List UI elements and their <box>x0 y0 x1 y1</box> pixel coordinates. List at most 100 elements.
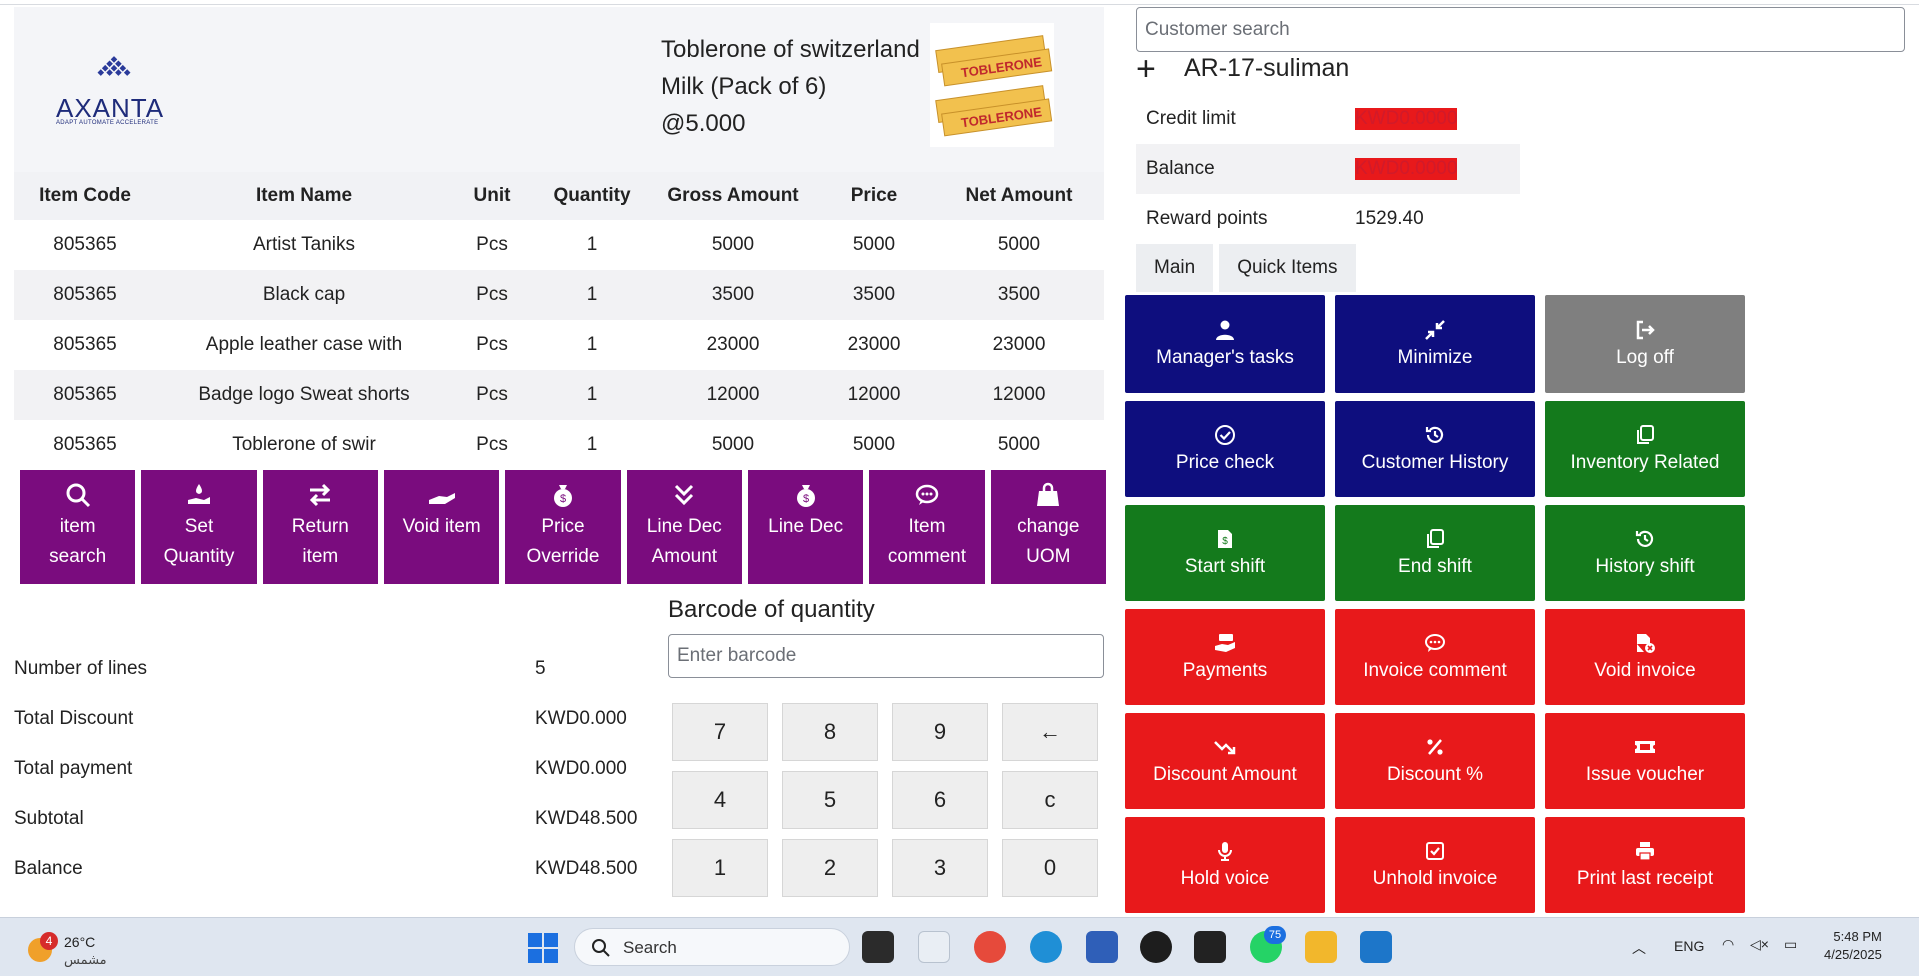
price-check-button[interactable]: Price check <box>1125 401 1325 497</box>
tab-quick-items[interactable]: Quick Items <box>1219 244 1356 292</box>
money-bag-icon: $ <box>796 485 815 507</box>
key-0[interactable]: 0 <box>1002 839 1098 897</box>
table-row[interactable]: 805365 Toblerone of swir Pcs 1 5000 5000… <box>14 420 1104 470</box>
key-7[interactable]: 7 <box>672 703 768 761</box>
col-item-code[interactable]: Item Code <box>14 172 156 220</box>
chrome-icon[interactable] <box>974 931 1006 963</box>
cell-unit: Pcs <box>452 320 532 370</box>
weather-widget[interactable]: 4 26°C مشمس <box>24 928 144 968</box>
swap-arrows-icon <box>310 483 331 507</box>
button-label: comment <box>887 546 967 567</box>
table-row[interactable]: 805365 Badge logo Sweat shorts Pcs 1 120… <box>14 370 1104 420</box>
key-8[interactable]: 8 <box>782 703 878 761</box>
item-search-button[interactable]: item search <box>20 470 136 584</box>
snipping-tool-icon[interactable] <box>918 931 950 963</box>
issue-voucher-button[interactable]: Issue voucher <box>1545 713 1745 809</box>
key-3[interactable]: 3 <box>892 839 988 897</box>
taskbar-search[interactable]: Search <box>574 928 850 966</box>
key-1[interactable]: 1 <box>672 839 768 897</box>
cell-quantity: 1 <box>532 420 652 470</box>
terminal-icon[interactable] <box>1194 931 1226 963</box>
key-9[interactable]: 9 <box>892 703 988 761</box>
print-last-receipt-button[interactable]: Print last receipt <box>1545 817 1745 913</box>
table-row[interactable]: 805365 Apple leather case with Pcs 1 230… <box>14 320 1104 370</box>
start-shift-button[interactable]: $ Start shift <box>1125 505 1325 601</box>
customer-search-input[interactable] <box>1136 7 1905 52</box>
language-indicator[interactable]: ENG <box>1674 938 1704 954</box>
invoice-comment-button[interactable]: Invoice comment <box>1335 609 1535 705</box>
invoice-dollar-icon: $ <box>1218 530 1232 548</box>
button-label: End shift <box>1398 556 1472 577</box>
table-row[interactable]: 805365 Black cap Pcs 1 3500 3500 3500 <box>14 270 1104 320</box>
task-view-icon[interactable] <box>862 931 894 963</box>
log-off-button[interactable]: Log off <box>1545 295 1745 393</box>
brand-tagline: ADAPT AUTOMATE ACCELERATE <box>56 120 159 126</box>
hold-voice-button[interactable]: Hold voice <box>1125 817 1325 913</box>
discount-amount-button[interactable]: Discount Amount <box>1125 713 1325 809</box>
cell-unit: Pcs <box>452 420 532 470</box>
svg-text:$: $ <box>803 493 809 505</box>
end-shift-button[interactable]: End shift <box>1335 505 1535 601</box>
col-net-amount[interactable]: Net Amount <box>934 172 1104 220</box>
col-unit[interactable]: Unit <box>452 172 532 220</box>
void-item-button[interactable]: Void item <box>383 470 500 584</box>
reward-points-row: Reward points 1529.40 <box>1136 194 1520 244</box>
wifi-icon[interactable]: ◠ <box>1722 936 1734 953</box>
line-dec-button[interactable]: $ Line Dec <box>747 470 864 584</box>
key-5[interactable]: 5 <box>782 771 878 829</box>
key-2[interactable]: 2 <box>782 839 878 897</box>
price-override-button[interactable]: $ Price Override <box>505 470 621 584</box>
cell-item-name: Black cap <box>156 270 452 320</box>
unhold-invoice-button[interactable]: Unhold invoice <box>1335 817 1535 913</box>
key-clear[interactable]: c <box>1002 771 1098 829</box>
cell-net-amount: 12000 <box>934 370 1104 420</box>
inventory-related-button[interactable]: Inventory Related <box>1545 401 1745 497</box>
tab-main[interactable]: Main <box>1136 244 1214 292</box>
obs-icon[interactable] <box>1140 931 1172 963</box>
col-item-name[interactable]: Item Name <box>156 172 452 220</box>
file-cancel-icon <box>1637 634 1655 653</box>
managers-tasks-button[interactable]: Manager's tasks <box>1125 295 1325 393</box>
button-label: Log off <box>1616 347 1674 368</box>
windows-start-icon[interactable] <box>528 933 558 963</box>
shopping-bag-icon <box>1037 482 1060 506</box>
customer-history-button[interactable]: Customer History <box>1335 401 1535 497</box>
store-icon[interactable] <box>1086 931 1118 963</box>
system-clock[interactable]: 5:48 PM 4/25/2025 <box>1824 928 1882 964</box>
change-uom-button[interactable]: change UOM <box>990 470 1106 584</box>
button-label: Void invoice <box>1594 660 1696 681</box>
discount-percent-button[interactable]: Discount % <box>1335 713 1535 809</box>
void-invoice-button[interactable]: Void invoice <box>1545 609 1745 705</box>
numeric-keypad: 7 8 9 ← 4 5 6 c 1 2 3 0 <box>672 703 1102 897</box>
col-quantity[interactable]: Quantity <box>532 172 652 220</box>
return-item-button[interactable]: Return item <box>262 470 378 584</box>
key-6[interactable]: 6 <box>892 771 988 829</box>
item-comment-button[interactable]: Item comment <box>869 470 985 584</box>
double-chevron-down-icon <box>675 484 694 506</box>
button-label: Manager's tasks <box>1156 347 1294 368</box>
col-gross-amount[interactable]: Gross Amount <box>652 172 814 220</box>
add-customer-button[interactable]: + <box>1136 50 1156 89</box>
set-quantity-button[interactable]: Set Quantity <box>141 470 257 584</box>
table-row[interactable]: 805365 Artist Taniks Pcs 1 5000 5000 500… <box>14 220 1104 270</box>
speaker-muted-icon[interactable]: ◁× <box>1750 936 1769 953</box>
total-row-subtotal: Subtotal KWD48.500 <box>14 798 654 848</box>
product-header: AXANTA ADAPT AUTOMATE ACCELERATE Toblero… <box>14 7 1104 172</box>
col-price[interactable]: Price <box>814 172 934 220</box>
cell-item-code: 805365 <box>14 420 156 470</box>
payments-button[interactable]: Payments <box>1125 609 1325 705</box>
edge-icon[interactable] <box>1030 931 1062 963</box>
history-shift-button[interactable]: History shift <box>1545 505 1745 601</box>
button-label: search <box>49 546 107 567</box>
button-label: Issue voucher <box>1585 764 1705 785</box>
chevron-up-icon[interactable]: ︿ <box>1632 938 1646 958</box>
total-row-lines: Number of lines 5 <box>14 648 654 698</box>
key-4[interactable]: 4 <box>672 771 768 829</box>
key-backspace[interactable]: ← <box>1002 703 1098 761</box>
line-dec-amount-button[interactable]: Line Dec Amount <box>626 470 742 584</box>
file-explorer-icon[interactable] <box>1305 931 1337 963</box>
vscode-icon[interactable] <box>1360 931 1392 963</box>
battery-icon[interactable]: ▭ <box>1784 936 1797 953</box>
minimize-button[interactable]: Minimize <box>1335 295 1535 393</box>
barcode-input[interactable] <box>668 634 1104 678</box>
